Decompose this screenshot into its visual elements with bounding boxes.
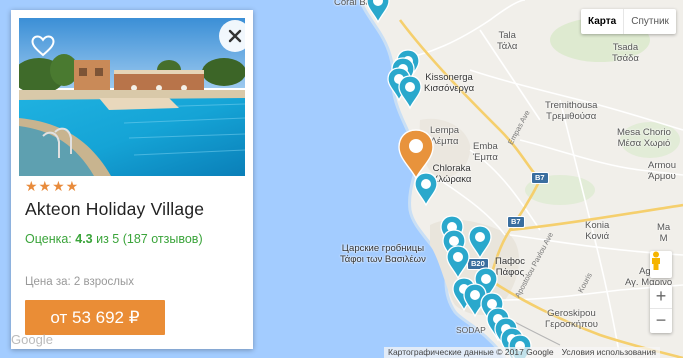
place-pafos: Пафос Πάφος xyxy=(495,256,525,278)
pegman-icon xyxy=(652,251,660,270)
close-icon xyxy=(228,29,242,43)
place-emba: Emba Έμπα xyxy=(473,141,498,163)
road-badge-b20: B20 xyxy=(467,258,489,270)
hotel-review-score: Оценка: 4.3 из 5 (187 отзывов) xyxy=(25,232,203,246)
map-type-toggle: Карта Спутник xyxy=(581,9,676,34)
road-badge-b7-lower: B7 xyxy=(507,216,525,228)
place-konia: Konia Κονιά xyxy=(585,220,610,242)
road-badge-b7-upper: B7 xyxy=(531,172,549,184)
google-logo: Google xyxy=(11,332,53,347)
map-attribution: Картографические данные © 2017 Google Ус… xyxy=(384,347,660,358)
place-chloraka: Chloraka Χλώρακα xyxy=(432,163,472,185)
favorite-heart-icon[interactable] xyxy=(31,35,55,57)
place-kissonerga: Kissonerga Κισσόνεργα xyxy=(424,72,475,94)
place-royal-tombs: Царские гробницы Τάφοι των Βασιλέων xyxy=(340,243,426,265)
rating-detail: из 5 (187 отзывов) xyxy=(96,232,203,246)
close-card-button[interactable] xyxy=(219,20,251,52)
price-button[interactable]: от 53 692 ₽ xyxy=(25,300,165,335)
zoom-control: + − xyxy=(650,285,672,333)
hotel-star-rating: ★★★★ xyxy=(25,178,80,194)
place-marathounta: Ma Μ xyxy=(657,222,671,244)
zoom-in-button[interactable]: + xyxy=(650,285,672,309)
rating-label: Оценка: xyxy=(25,232,72,246)
place-coral-bay: Coral Bay xyxy=(334,0,376,8)
place-armou: Armou Άρμου xyxy=(648,160,676,182)
hotel-info-card: ★★★★ Akteon Holiday Village Оценка: 4.3 … xyxy=(11,10,253,349)
place-tsada: Tsada Τσάδα xyxy=(612,42,639,64)
terms-of-use-link[interactable]: Условия использования xyxy=(558,347,660,358)
place-kato-pafos: КАТО xyxy=(460,293,481,302)
place-tremithousa: Tremithousa Τρεμιθούσα xyxy=(545,100,598,122)
place-lempa: Lempa Λέμπα xyxy=(430,125,460,147)
place-geroskipou: Geroskipou Γεροσκήπου xyxy=(545,308,598,330)
price-for-guests: Цена за: 2 взрослых xyxy=(25,276,135,288)
zoom-out-button[interactable]: − xyxy=(650,309,672,333)
place-tala: Tala Τάλα xyxy=(497,30,518,52)
place-sodap: SODAP xyxy=(456,325,486,335)
street-view-pegman[interactable] xyxy=(650,251,672,278)
hotel-title[interactable]: Akteon Holiday Village xyxy=(25,199,204,220)
map-type-map-button[interactable]: Карта xyxy=(581,9,625,34)
place-mesa-chorio: Mesa Chorio Μέσα Χωριό xyxy=(617,127,671,149)
map-data-credit: Картографические данные © 2017 Google xyxy=(388,347,554,357)
map-type-satellite-button[interactable]: Спутник xyxy=(624,9,676,34)
rating-value: 4.3 xyxy=(75,232,93,246)
